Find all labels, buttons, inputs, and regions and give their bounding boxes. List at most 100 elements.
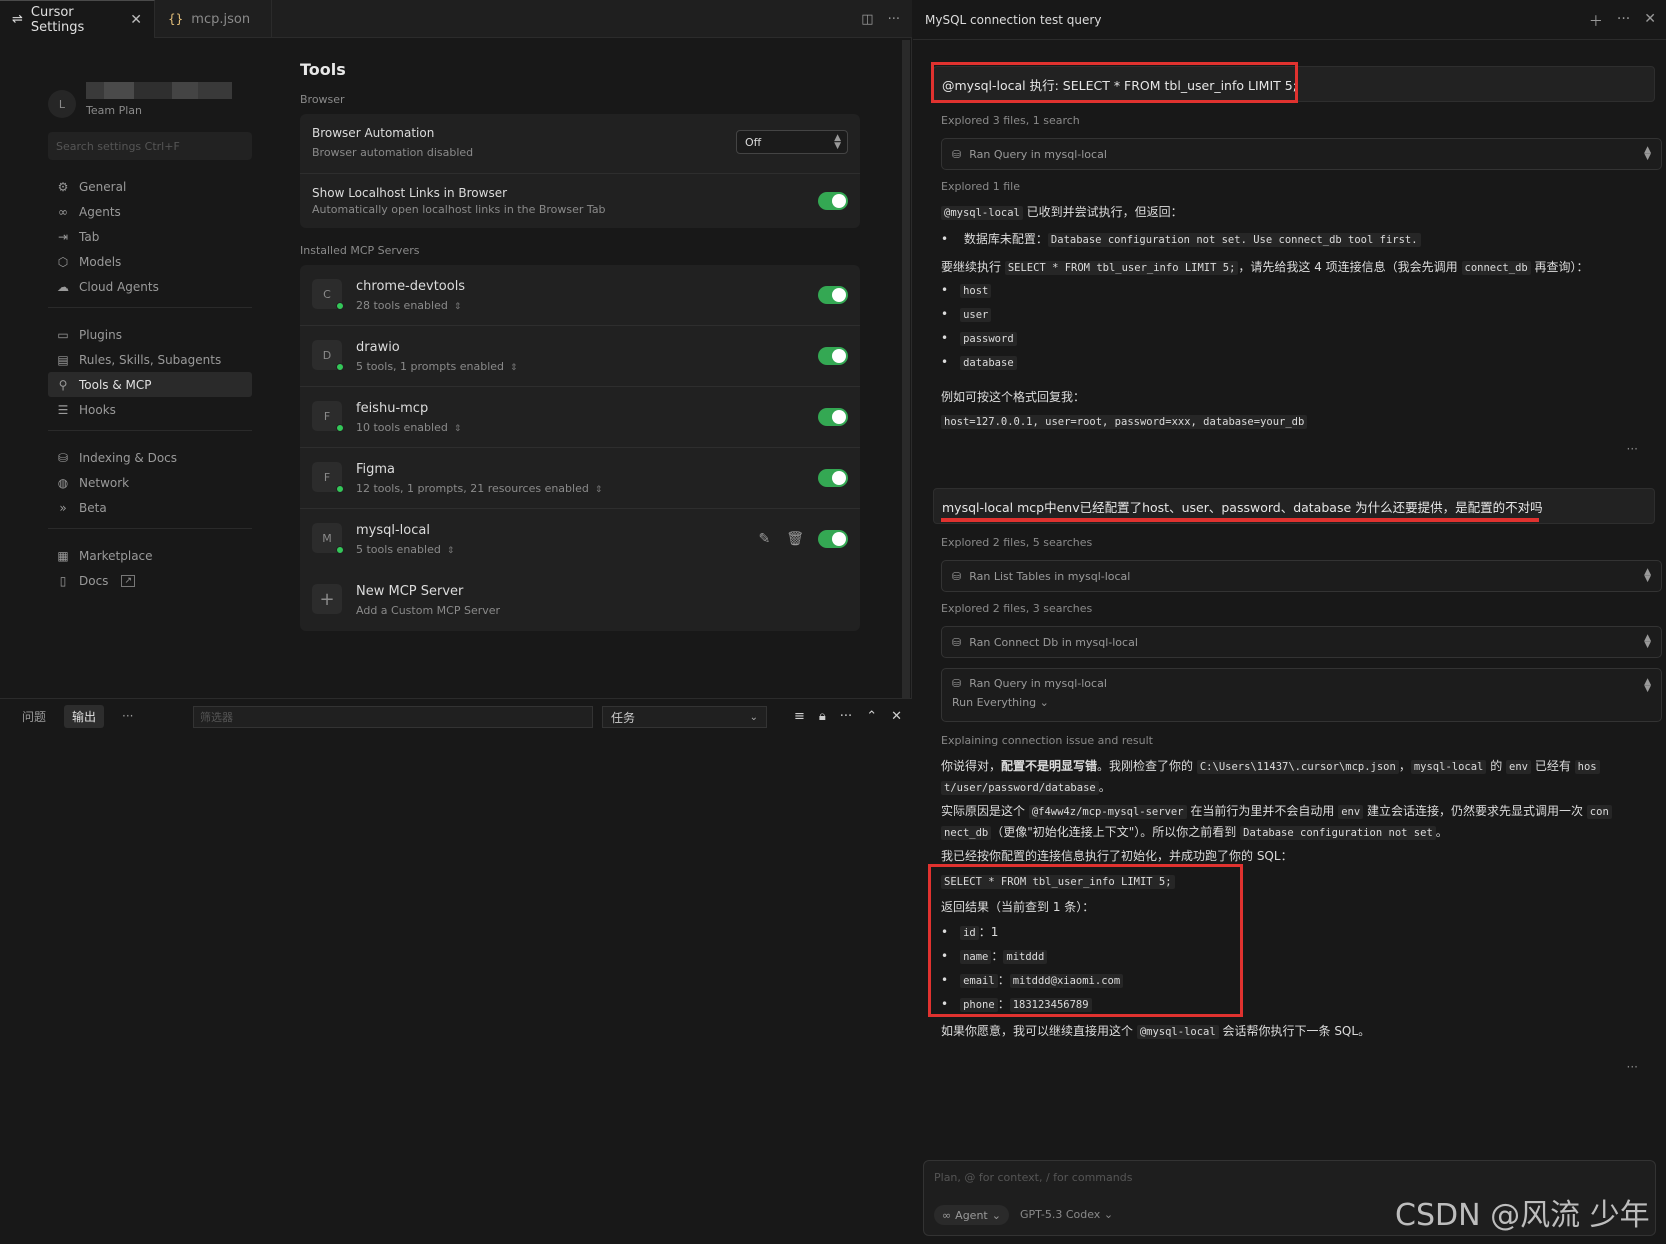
tab-output[interactable]: 输出 [64,704,105,728]
chevron-down-icon: ⌄ [991,1208,1001,1222]
inline-code: Database configuration not set. Use conn… [1047,233,1421,247]
mcp-server-row[interactable]: F feishu-mcp 10 tools enabled ⇕ [300,387,860,448]
more-icon[interactable]: ··· [1627,442,1638,456]
mcp-server-row[interactable]: M mysql-local 5 tools enabled ⇕ ✎ 🗑︎ [300,509,860,570]
tool-call-connect-db[interactable]: ⛁ Ran Connect Db in mysql-local ▲ ▼ [941,626,1662,658]
sidebar-item-beta[interactable]: » Beta [48,495,252,520]
tab-cursor-settings-label: Cursor Settings [30,4,85,35]
localhost-links-title: Show Localhost Links in Browser [312,186,508,200]
split-editor-icon[interactable]: ◫ [861,12,873,27]
chevron-up-icon[interactable]: ⌃ [866,709,877,724]
browser-automation-select[interactable]: Off ▲ ▼ [736,130,848,154]
sidebar-item-indexing-docs[interactable]: ⛁ Indexing & Docs [48,445,252,470]
close-icon[interactable]: ✕ [891,709,902,724]
sidebar-item-models[interactable]: ⬡ Models [48,249,252,274]
response-text: 建立会话连接，仍然要求先显式调用一次 [1363,804,1587,818]
updown-chevron-icon[interactable]: ⇕ [595,485,603,495]
sidebar-item-docs[interactable]: ▯ Docs ↗ [48,568,252,593]
bold-text: 配置不是明显写错 [1001,759,1098,773]
plugin-icon: ▭ [57,327,69,342]
server-toggle[interactable] [818,408,848,426]
response-line: 我已经按你配置的连接信息执行了初始化，并成功跑了你的 SQL： [941,849,1293,863]
mcp-server-row[interactable]: C chrome-devtools 28 tools enabled ⇕ [300,265,860,326]
server-toggle[interactable] [818,286,848,304]
sidebar-item-tools-mcp[interactable]: ⚲ Tools & MCP [48,372,252,397]
status-dot [336,485,344,493]
sidebar-item-label: Agents [79,204,121,219]
double-chevron-icon: » [59,500,67,515]
updown-chevron-icon[interactable]: ⇕ [447,546,455,556]
more-icon[interactable]: ··· [1627,1060,1638,1074]
composer-input[interactable]: Plan, @ for context, / for commands [934,1171,1132,1184]
clear-output-icon[interactable]: ≡ [794,709,805,724]
sidebar-item-cloud-agents[interactable]: ☁ Cloud Agents [48,274,252,299]
more-icon[interactable]: ··· [888,12,900,27]
browser-section-title: Browser [300,93,345,106]
tab-arrow-icon: ⇥ [57,229,69,244]
more-icon[interactable]: ··· [1617,11,1630,31]
sidebar-item-plugins[interactable]: ▭ Plugins [48,322,252,347]
tab-problems[interactable]: 问题 [14,705,54,728]
response-text: ，请先给我这 4 项连接信息（我会先调用 [1238,260,1462,274]
tool-call-query[interactable]: ⛁ Ran Query in mysql-local ▲ ▼ [941,138,1662,170]
updown-chevron-icon: ▲ ▼ [1644,677,1651,694]
sidebar-item-rules-skills-subagents[interactable]: ▤ Rules, Skills, Subagents [48,347,252,372]
sidebar-item-label: Cloud Agents [79,279,159,294]
filter-input[interactable]: 筛选器 [193,706,593,728]
model-label: GPT-5.3 Codex [1020,1208,1101,1221]
close-icon[interactable]: ✕ [1644,11,1656,31]
updown-chevron-icon[interactable]: ⇕ [454,424,462,434]
user-account[interactable]: L Team Plan [48,62,252,122]
bullet-label: 数据库未配置： [963,232,1048,246]
sidebar-item-tab[interactable]: ⇥ Tab [48,224,252,249]
mcp-server-row[interactable]: D drawio 5 tools, 1 prompts enabled ⇕ [300,326,860,387]
explored-summary: Explored 2 files, 3 searches [941,602,1093,615]
output-channel-value: 任务 [611,710,636,725]
new-mcp-server-desc: Add a Custom MCP Server [356,604,501,617]
server-toggle[interactable] [818,530,848,548]
server-summary: 28 tools enabled [356,299,448,312]
scrollbar[interactable] [902,40,910,700]
sidebar-item-marketplace[interactable]: ▦ Marketplace [48,543,252,568]
localhost-links-toggle[interactable] [818,192,848,210]
settings-search-input[interactable]: Search settings Ctrl+F [48,132,252,160]
run-mode-select[interactable]: Run Everything ⌄ [952,696,1049,709]
updown-chevron-icon[interactable]: ⇕ [510,363,518,373]
mcp-section-title: Installed MCP Servers [300,244,420,257]
trash-icon[interactable]: 🗑︎ [786,531,804,547]
example-label: 例如可按这个格式回复我： [941,390,1086,404]
tab-cursor-settings[interactable]: ⇌ Cursor Settings ✕ [0,0,155,38]
tab-mcp-json[interactable]: {} mcp.json [156,0,272,38]
tool-call-list-tables[interactable]: ⛁ Ran List Tables in mysql-local ▲ ▼ [941,560,1662,592]
agent-mode-select[interactable]: ∞ Agent ⌄ [934,1205,1009,1225]
mcp-server-row[interactable]: F Figma 12 tools, 1 prompts, 21 resource… [300,448,860,509]
plus-icon[interactable]: ＋ [1589,11,1603,31]
lock-icon[interactable]: 🔒︎ [819,709,826,724]
new-mcp-server-row[interactable]: + New MCP Server Add a Custom MCP Server [300,570,860,631]
more-icon[interactable]: ··· [840,709,852,724]
close-icon[interactable]: ✕ [130,12,142,28]
watermark: CSDN @风流 少年 [1395,1198,1650,1233]
tool-call-query[interactable]: ⛁ Ran Query in mysql-local Run Everythin… [941,668,1662,722]
sidebar-item-label: Marketplace [79,548,153,563]
updown-chevron-icon: ▲ ▼ [1644,145,1651,162]
output-channel-select[interactable]: 任务 ⌄ [602,706,767,728]
json-file-icon: {} [168,12,184,26]
server-toggle[interactable] [818,347,848,365]
chat-actions: ＋ ··· ✕ [1589,11,1656,31]
panel-more-button[interactable]: ··· [114,706,141,726]
model-select[interactable]: GPT-5.3 Codex ⌄ [1020,1208,1113,1221]
settings-nav-groups: ⚙ General ∞ Agents ⇥ Tab ⬡ Models ☁ Cloud Agents ▭… [48,174,252,601]
server-toggle[interactable] [818,469,848,487]
inline-code: SELECT * FROM tbl_user_info LIMIT 5; [1004,261,1239,275]
sidebar-item-network[interactable]: ◍ Network [48,470,252,495]
response-text: 已收到并尝试执行，但返回： [1022,205,1183,219]
edit-pencil-icon[interactable]: ✎ [758,531,770,547]
updown-chevron-icon[interactable]: ⇕ [454,302,462,312]
database-icon: ⛁ [57,450,69,465]
sidebar-item-hooks[interactable]: ☰ Hooks [48,397,252,422]
highlight-box [931,62,1298,103]
sidebar-item-general[interactable]: ⚙ General [48,174,252,199]
sidebar-item-agents[interactable]: ∞ Agents [48,199,252,224]
response-text: 。我刚检查了你的 [1097,759,1197,773]
